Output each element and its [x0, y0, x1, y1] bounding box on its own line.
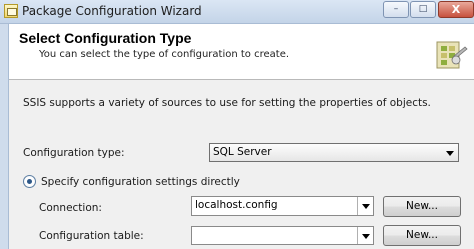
- specify-directly-label[interactable]: Specify configuration settings directly: [41, 176, 240, 188]
- specify-directly-radio[interactable]: [23, 175, 36, 188]
- chevron-down-icon[interactable]: [357, 227, 373, 244]
- new-connection-button[interactable]: New...: [383, 196, 461, 217]
- window-title: Package Configuration Wizard: [22, 4, 202, 18]
- connection-label: Connection:: [39, 202, 102, 214]
- intro-text: SSIS supports a variety of sources to us…: [23, 97, 431, 109]
- configuration-type-label: Configuration type:: [23, 147, 125, 159]
- page-subtitle: You can select the type of configuration…: [39, 49, 290, 60]
- minimize-button[interactable]: –: [383, 1, 409, 18]
- connection-value: localhost.config: [195, 199, 278, 211]
- configuration-table-label: Configuration table:: [39, 230, 144, 242]
- window-title-bar[interactable]: Package Configuration Wizard – □ X: [0, 0, 474, 24]
- wizard-app-icon: [4, 4, 18, 18]
- configuration-type-dropdown[interactable]: SQL Server: [209, 143, 459, 162]
- configuration-table-dropdown[interactable]: [191, 226, 374, 245]
- page-title: Select Configuration Type: [19, 30, 192, 46]
- close-button[interactable]: X: [438, 1, 474, 18]
- configuration-wizard-icon: [436, 41, 468, 69]
- chevron-down-icon[interactable]: [442, 144, 458, 161]
- configuration-type-value: SQL Server: [213, 146, 272, 158]
- chevron-down-icon[interactable]: [357, 197, 373, 215]
- new-configuration-table-button[interactable]: New...: [383, 225, 461, 246]
- wizard-dialog: Select Configuration Type You can select…: [8, 24, 474, 249]
- maximize-button[interactable]: □: [410, 1, 436, 18]
- wizard-header: Select Configuration Type You can select…: [9, 24, 474, 80]
- connection-dropdown[interactable]: localhost.config: [191, 196, 374, 216]
